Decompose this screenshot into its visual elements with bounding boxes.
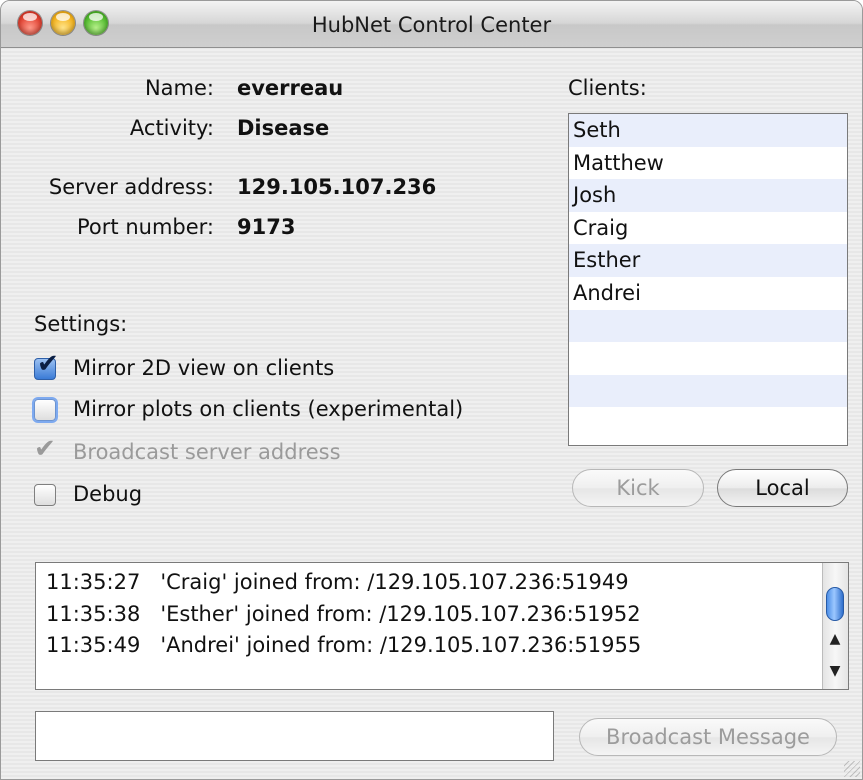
checkmark-icon: ✔ xyxy=(34,434,56,464)
hubnet-window: HubNet Control Center Name: everreau Act… xyxy=(0,0,863,780)
log-line: 11:35:27 'Craig' joined from: /129.105.1… xyxy=(46,570,629,594)
window-title: HubNet Control Center xyxy=(311,13,552,37)
mirror-plots-checkbox[interactable] xyxy=(34,399,56,421)
activity-value: Disease xyxy=(237,116,330,140)
broadcast-address-checkbox[interactable]: ✔ xyxy=(34,436,56,464)
port-number-label: Port number: xyxy=(77,215,214,239)
client-item[interactable]: Craig xyxy=(569,212,847,245)
broadcast-message-button[interactable]: Broadcast Message xyxy=(579,718,837,756)
client-item[interactable]: Esther xyxy=(569,244,847,277)
server-address-label: Server address: xyxy=(48,175,214,199)
mirror-2d-label[interactable]: Mirror 2D view on clients xyxy=(73,356,334,380)
mirror-plots-label[interactable]: Mirror plots on clients (experimental) xyxy=(73,397,463,421)
log-line: 11:35:38 'Esther' joined from: /129.105.… xyxy=(46,602,641,626)
kick-button[interactable]: Kick xyxy=(572,469,704,507)
debug-checkbox[interactable] xyxy=(34,484,56,506)
clients-label: Clients: xyxy=(568,76,647,100)
client-item[interactable]: Josh xyxy=(569,179,847,212)
scroll-up-arrow-icon[interactable]: ▲ xyxy=(823,631,847,647)
activity-label: Activity: xyxy=(129,116,214,140)
broadcast-address-label: Broadcast server address xyxy=(73,440,341,464)
log-line: 11:35:49 'Andrei' joined from: /129.105.… xyxy=(46,633,642,657)
empty-row xyxy=(569,309,847,343)
clients-list[interactable]: Seth Matthew Josh Craig Esther Andrei xyxy=(568,113,848,446)
log-scrollbar[interactable]: ▲ ▼ xyxy=(822,563,848,689)
scroll-down-arrow-icon[interactable]: ▼ xyxy=(823,663,847,679)
broadcast-message-input[interactable] xyxy=(35,711,554,761)
server-address-value: 129.105.107.236 xyxy=(237,175,437,199)
activity-log[interactable]: 11:35:27 'Craig' joined from: /129.105.1… xyxy=(35,562,849,690)
client-item[interactable]: Seth xyxy=(569,114,847,147)
checkmark-icon: ✔ xyxy=(37,349,59,379)
local-button[interactable]: Local xyxy=(717,469,848,507)
port-number-value: 9173 xyxy=(237,215,296,239)
scrollbar-thumb[interactable] xyxy=(826,587,844,621)
empty-row xyxy=(569,407,847,440)
debug-label[interactable]: Debug xyxy=(73,482,142,506)
name-label: Name: xyxy=(144,76,214,100)
mirror-2d-checkbox[interactable]: ✔ xyxy=(34,351,59,380)
client-item[interactable]: Andrei xyxy=(569,277,847,310)
client-item[interactable]: Matthew xyxy=(569,147,847,180)
title-bar[interactable]: HubNet Control Center xyxy=(1,1,862,48)
settings-label: Settings: xyxy=(34,312,128,336)
resize-grip-icon[interactable] xyxy=(844,761,860,777)
empty-row xyxy=(569,374,847,408)
name-value: everreau xyxy=(237,76,344,100)
empty-row xyxy=(569,342,847,375)
